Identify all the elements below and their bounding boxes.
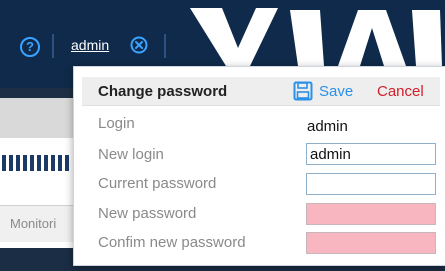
help-icon[interactable]: ? [20, 37, 40, 57]
floppy-disk-icon [293, 81, 313, 101]
new-password-input[interactable] [306, 203, 436, 225]
dialog-title: Change password [98, 83, 228, 100]
current-password-input[interactable] [306, 173, 436, 195]
new-login-input[interactable] [306, 143, 436, 165]
header-divider [164, 34, 166, 58]
login-value: admin [307, 118, 348, 135]
login-label: Login [98, 115, 135, 132]
cancel-button[interactable]: Cancel [377, 83, 424, 100]
close-circle-icon[interactable] [130, 36, 148, 54]
progress-stripes [0, 153, 70, 173]
header-divider [52, 34, 54, 58]
change-password-dialog: Change password Save Cancel Login admin … [73, 66, 445, 266]
current-password-label: Current password [98, 175, 217, 192]
dialog-header: Change password Save Cancel [82, 77, 440, 106]
new-login-label: New login [98, 146, 164, 163]
user-account-link[interactable]: admin [71, 37, 109, 53]
new-password-label: New password [98, 205, 197, 222]
save-button-label: Save [319, 83, 354, 100]
confirm-password-label: Confim new password [98, 234, 246, 251]
confirm-password-input[interactable] [306, 232, 436, 254]
